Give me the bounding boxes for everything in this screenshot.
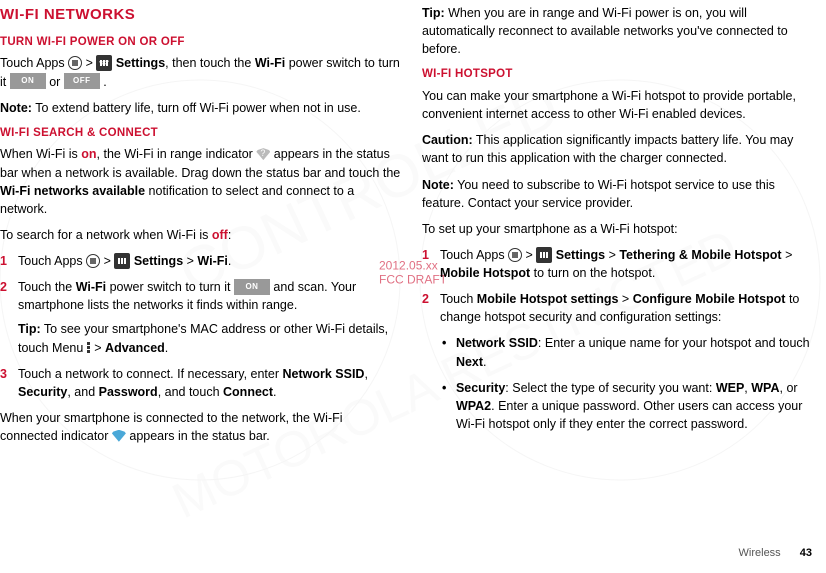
- hotspot-step-2: 2 Touch Mobile Hotspot settings > Config…: [422, 290, 816, 433]
- note-battery: Note: To extend battery life, turn off W…: [0, 99, 402, 117]
- heading-turn-wifi: Turn Wi-Fi power on or off: [0, 34, 402, 51]
- apps-icon: [508, 248, 522, 262]
- page-footer: Wireless 43: [739, 546, 812, 562]
- steps-search: 1 Touch Apps > Settings > Wi-Fi. 2 Touch…: [0, 252, 402, 401]
- settings-icon: [536, 247, 552, 263]
- heading-hotspot: Wi-Fi hotspot: [422, 66, 816, 83]
- step-3: 3 Touch a network to connect. If necessa…: [0, 365, 402, 401]
- para-wifi-off: To search for a network when Wi-Fi is of…: [0, 226, 402, 244]
- apps-icon: [68, 56, 82, 70]
- step-1: 1 Touch Apps > Settings > Wi-Fi.: [0, 252, 402, 270]
- settings-icon: [114, 253, 130, 269]
- para-turn-wifi: Touch Apps > Settings, then touch the Wi…: [0, 54, 402, 90]
- wifi-inrange-icon: [256, 148, 270, 160]
- footer-section: Wireless: [739, 547, 781, 559]
- para-hotspot-intro: You can make your smartphone a Wi-Fi hot…: [422, 87, 816, 123]
- left-column: Wi-Fi networks Turn Wi-Fi power on or of…: [0, 4, 402, 540]
- step-2: 2 Touch the Wi-Fi power switch to turn i…: [0, 278, 402, 357]
- para-wifi-on: When Wi-Fi is on, the Wi-Fi in range ind…: [0, 145, 402, 218]
- bullet-security: Security: Select the type of security yo…: [440, 379, 816, 433]
- settings-icon: [96, 55, 112, 71]
- apps-icon: [86, 254, 100, 268]
- tip-mac: Tip: To see your smartphone's MAC addres…: [18, 320, 402, 356]
- steps-hotspot: 1 Touch Apps > Settings > Tethering & Mo…: [422, 246, 816, 433]
- right-column: Tip: When you are in range and Wi-Fi pow…: [422, 4, 816, 540]
- heading-wifi-networks: Wi-Fi networks: [0, 4, 402, 26]
- hotspot-config-list: Network SSID: Enter a unique name for yo…: [440, 334, 816, 433]
- toggle-on: ON: [10, 73, 46, 89]
- toggle-on: ON: [234, 279, 270, 295]
- caution-hotspot: Caution: This application significantly …: [422, 131, 816, 167]
- menu-icon: [87, 341, 91, 354]
- footer-page-number: 43: [800, 547, 812, 559]
- note-hotspot: Note: You need to subscribe to Wi-Fi hot…: [422, 176, 816, 212]
- tip-autoreconnect: Tip: When you are in range and Wi-Fi pow…: [422, 4, 816, 58]
- para-hotspot-setup: To set up your smartphone as a Wi-Fi hot…: [422, 220, 816, 238]
- hotspot-step-1: 1 Touch Apps > Settings > Tethering & Mo…: [422, 246, 816, 282]
- heading-search-connect: Wi-Fi search & connect: [0, 125, 402, 142]
- bullet-ssid: Network SSID: Enter a unique name for yo…: [440, 334, 816, 370]
- wifi-connected-icon: [112, 430, 126, 442]
- toggle-off: OFF: [64, 73, 100, 89]
- para-connected: When your smartphone is connected to the…: [0, 409, 402, 445]
